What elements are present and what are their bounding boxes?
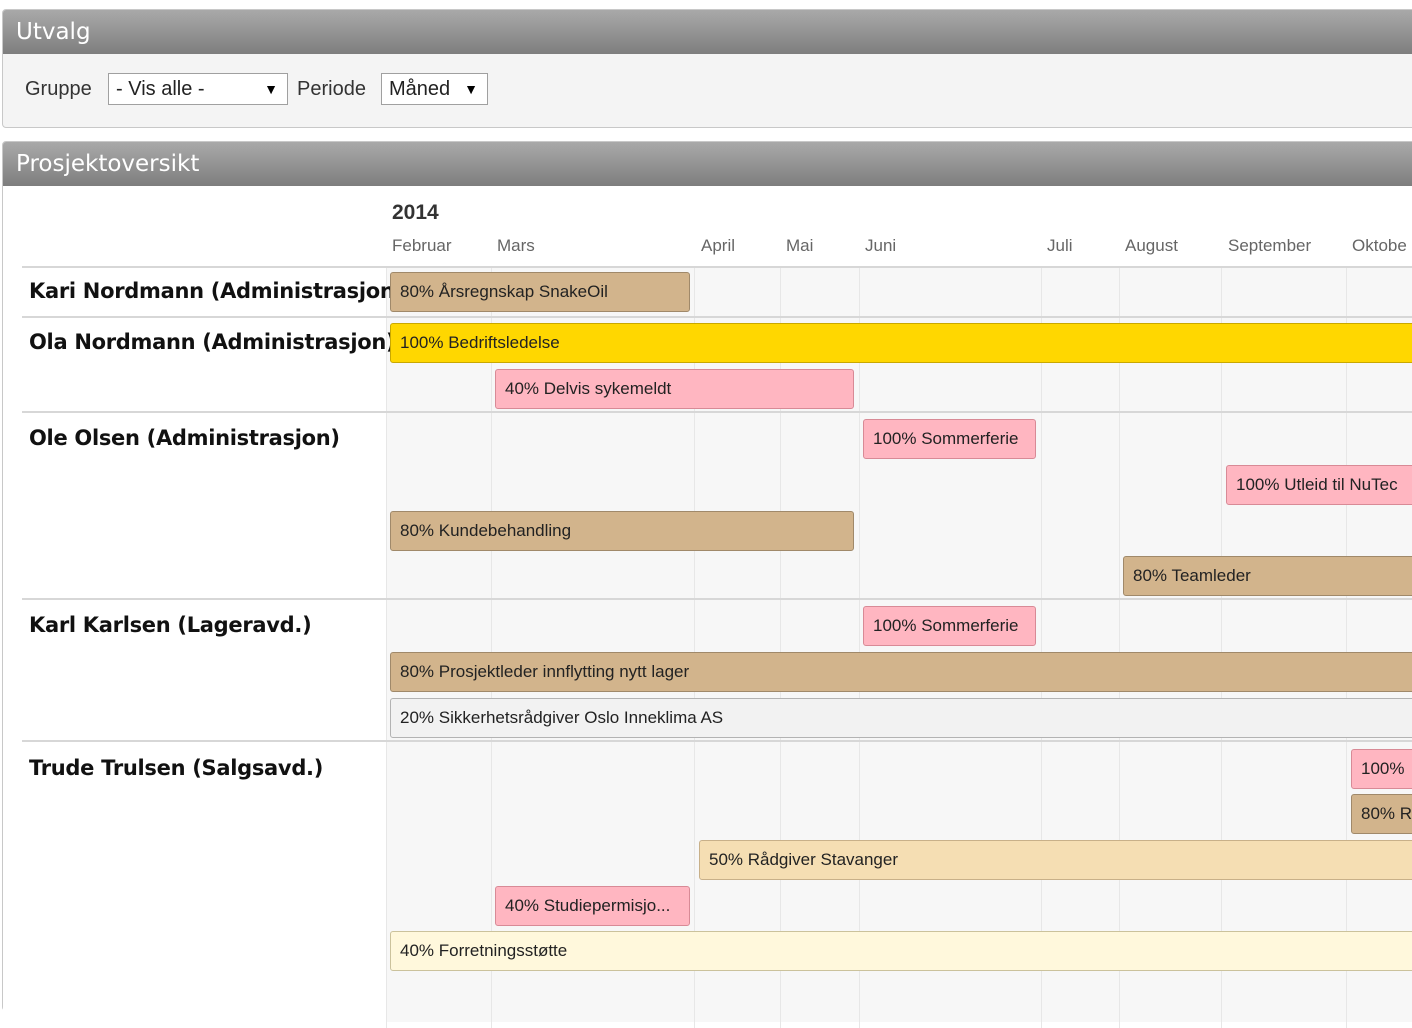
month-label: Oktobe [1352,236,1407,255]
year-label: 2014 [392,201,439,224]
periode-select-value: Måned [389,78,451,100]
dropdown-arrow-icon: ▼ [464,81,478,97]
assignment-bar[interactable]: 100% [1351,749,1412,789]
person-name: Trude Trulsen (Salgsavd.) [29,756,324,780]
month-label: Mars [497,236,535,255]
prosjektoversikt-panel: Prosjektoversikt 2014 Februar Mars April… [2,141,1412,1028]
month-label: September [1228,236,1312,255]
assignment-bar[interactable]: 40% Studiepermisjo... [495,886,690,926]
person-name: Karl Karlsen (Lageravd.) [29,613,312,637]
row-bg [386,742,1412,1022]
periode-select[interactable]: Måned ▼ [381,73,488,105]
assignment-bar[interactable]: 100% Sommerferie [863,419,1036,459]
dropdown-arrow-icon: ▼ [264,81,278,97]
gruppe-label: Gruppe [25,78,92,100]
gruppe-select-value: - Vis alle - [116,78,205,100]
assignment-bar[interactable]: 50% Rådgiver Stavanger [699,840,1412,880]
prosjektoversikt-title: Prosjektoversikt [3,142,1412,186]
assignment-bar[interactable]: 100% Sommerferie [863,606,1036,646]
utvalg-title: Utvalg [3,10,1412,54]
periode-label: Periode [297,78,366,100]
assignment-bar[interactable]: 20% Sikkerhetsrådgiver Oslo Inneklima AS [390,698,1412,738]
month-label: Mai [786,236,814,255]
assignment-bar[interactable]: 100% Utleid til NuTec [1226,465,1412,505]
month-label: August [1125,236,1178,255]
person-name: Ola Nordmann (Administrasjon) [29,330,396,354]
assignment-bar[interactable]: 80% Teamleder [1123,556,1412,596]
assignment-bar[interactable]: 40% Forretningsstøtte [390,931,1412,971]
assignment-bar[interactable]: 40% Delvis sykemeldt [495,369,854,409]
assignment-bar[interactable]: 80% Årsregnskap SnakeOil [390,272,690,312]
gruppe-select[interactable]: - Vis alle - ▼ [108,73,288,105]
gantt-table: 2014 Februar Mars April Mai Juni Juli Au… [3,186,1412,1028]
month-label: Juli [1047,236,1073,255]
person-name: Kari Nordmann (Administrasjon) [29,279,404,303]
month-label: April [701,236,736,255]
assignment-bar[interactable]: 80% R [1351,794,1412,834]
month-label: Februar [392,236,452,255]
assignment-bar[interactable]: 100% Bedriftsledelse [390,323,1412,363]
utvalg-panel: Utvalg Gruppe - Vis alle - ▼ Periode Mån… [2,9,1412,128]
person-name: Ole Olsen (Administrasjon) [29,426,340,450]
assignment-bar[interactable]: 80% Prosjektleder innflytting nytt lager [390,652,1412,692]
assignment-bar[interactable]: 80% Kundebehandling [390,511,854,551]
month-label: Juni [865,236,897,255]
